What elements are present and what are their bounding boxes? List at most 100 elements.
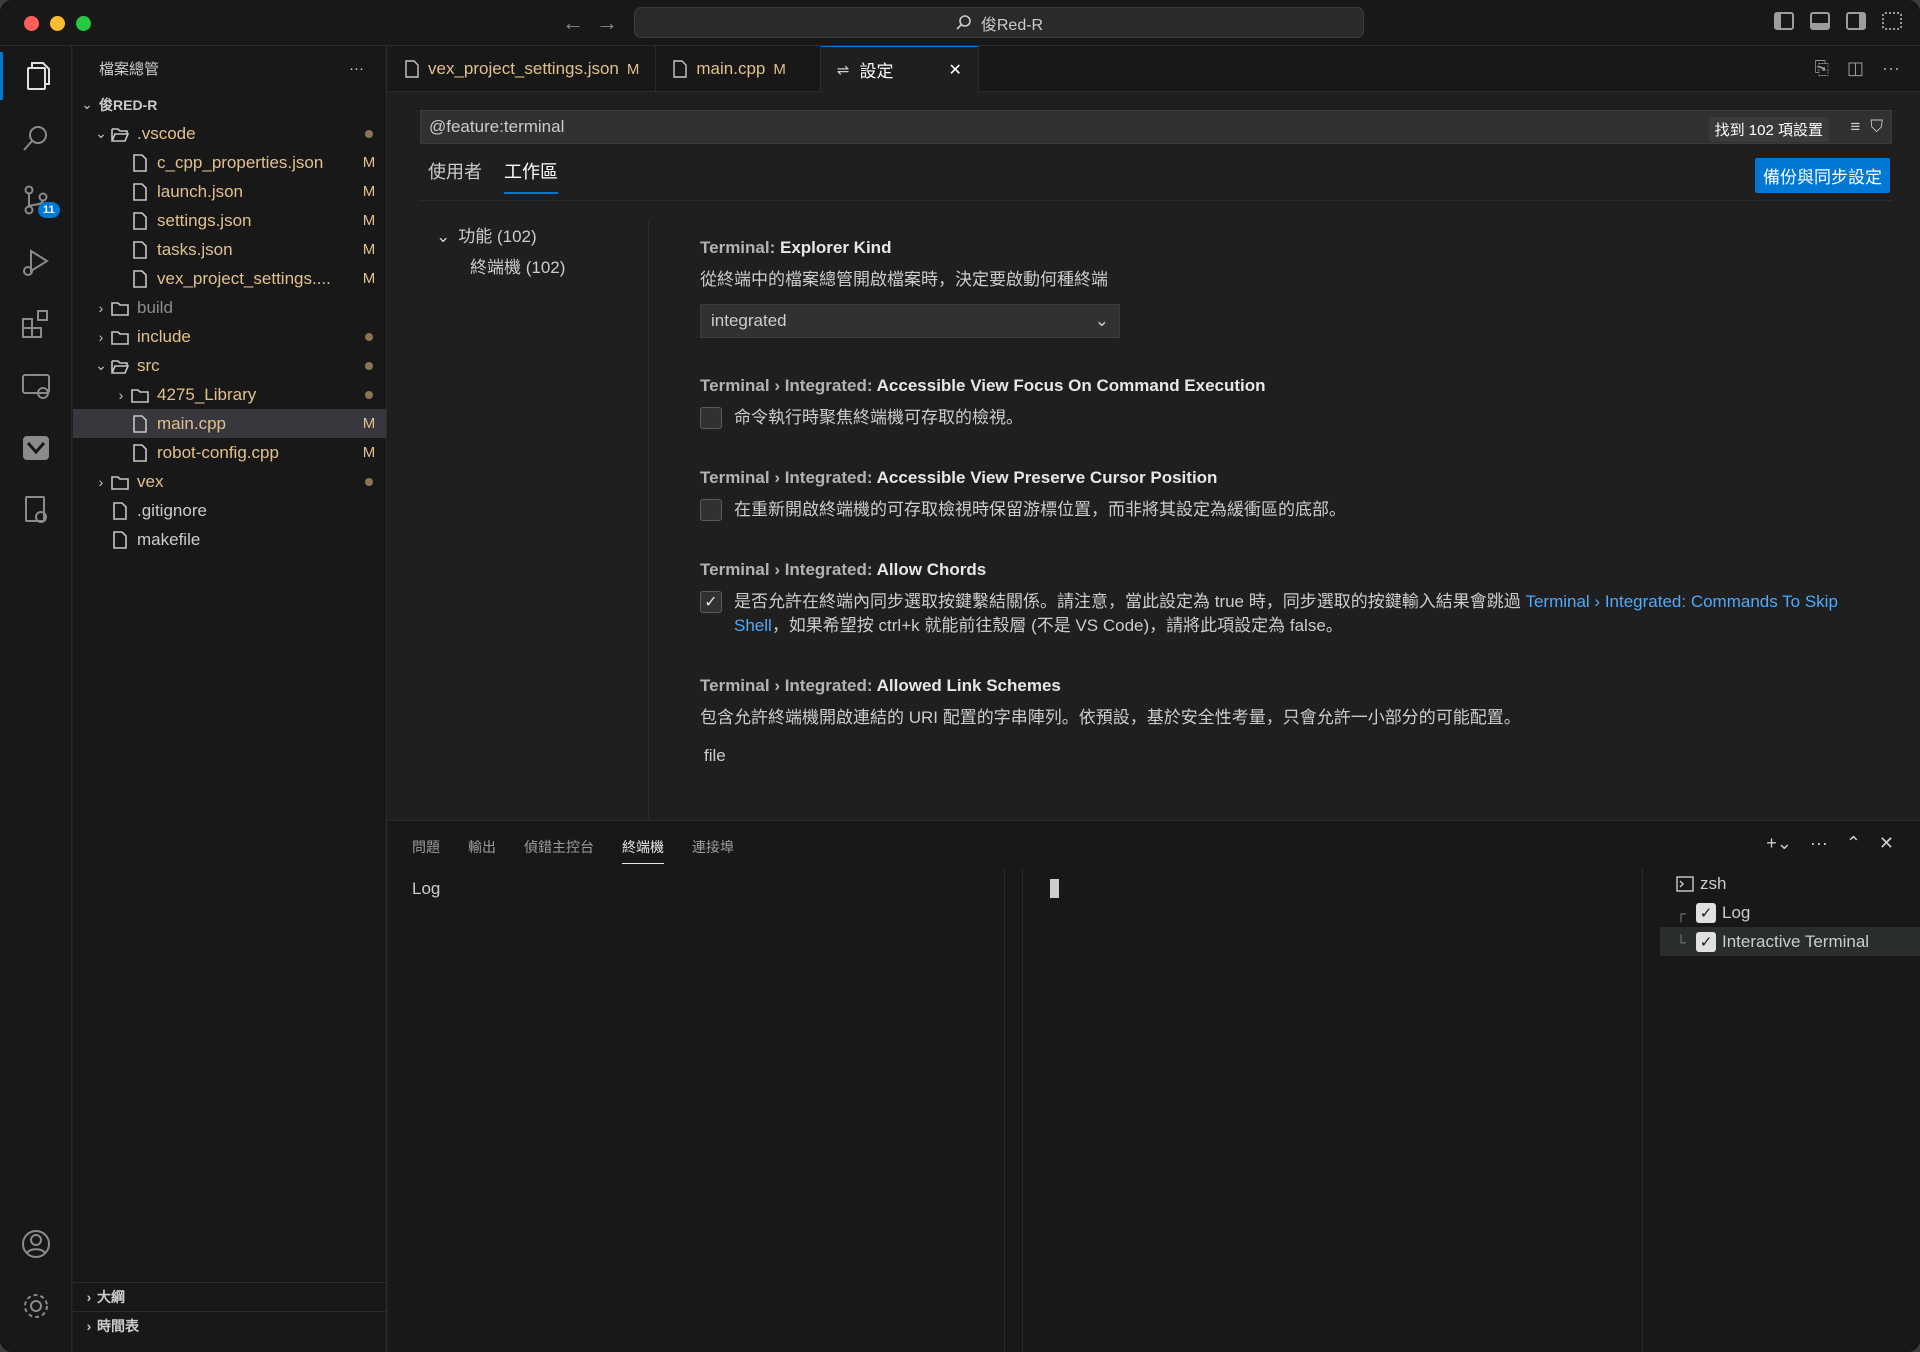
file-item[interactable]: launch.json M (73, 177, 386, 206)
toc-feature[interactable]: ⌄ 功能 (102) (436, 222, 565, 247)
more-actions-icon[interactable]: ··· (1810, 833, 1828, 854)
more-actions-icon[interactable]: ··· (1882, 58, 1900, 79)
close-panel-icon[interactable]: ✕ (1879, 833, 1894, 854)
explorer-activity[interactable] (0, 46, 72, 106)
extensions-icon (22, 310, 48, 338)
source-control-activity[interactable]: 11 (0, 170, 72, 230)
chevron-down-icon: ⌄ (1094, 311, 1109, 330)
timeline-section[interactable]: › 時間表 (73, 1311, 387, 1340)
outline-section[interactable]: › 大綱 (73, 1282, 387, 1311)
terminal-split-divider[interactable] (1004, 869, 1005, 1352)
search-icon (23, 126, 47, 151)
file-item[interactable]: makefile (73, 525, 386, 554)
folder-item[interactable]: › 4275_Library (73, 380, 386, 409)
tree-item-label: settings.json (157, 210, 252, 230)
terminal-list-divider[interactable] (1642, 869, 1643, 1352)
settings-search-input[interactable]: @feature:terminal 找到 102 項設置 ≡ ⛉ (420, 110, 1892, 144)
maximize-panel-icon[interactable]: ⌃ (1846, 833, 1861, 854)
tab-user[interactable]: 使用者 (428, 158, 482, 194)
workspace-root[interactable]: ⌄ 俊RED-R (73, 90, 386, 119)
explorer-sidebar: 檔案總管 ··· ⌄ 俊RED-R ⌄ .vscode c_cpp_properti… (73, 46, 387, 1352)
explorer-kind-select[interactable]: integrated ⌄ (700, 304, 1120, 338)
toc-terminal[interactable]: 終端機 (102) (470, 253, 565, 278)
file-item[interactable]: main.cpp M (73, 409, 386, 438)
terminal-split-divider[interactable] (1022, 869, 1023, 1352)
file-item[interactable]: vex_project_settings.... M (73, 264, 386, 293)
accounts-activity[interactable] (0, 1214, 72, 1274)
extensions-activity[interactable] (0, 294, 72, 354)
run-debug-activity[interactable] (0, 232, 72, 292)
tab-main-cpp[interactable]: main.cpp M (656, 46, 821, 92)
allow-chords-checkbox[interactable]: ✓ (700, 591, 722, 613)
file-icon (673, 60, 688, 78)
timeline-label: 時間表 (97, 1318, 139, 1334)
setting-category: Terminal › Integrated: (700, 560, 877, 579)
file-item[interactable]: .gitignore (73, 496, 386, 525)
remote-explorer-activity[interactable] (0, 356, 72, 416)
extension-tool-activity[interactable] (0, 480, 72, 540)
folder-icon (109, 299, 131, 317)
checkbox-checked-icon[interactable]: ✓ (1696, 902, 1716, 923)
tab-workspace[interactable]: 工作區 (504, 158, 558, 194)
search-activity[interactable] (0, 108, 72, 168)
checkbox-checked-icon[interactable]: ✓ (1696, 931, 1716, 952)
tab-settings[interactable]: ⇌ 設定 ✕ (820, 46, 979, 92)
focus-on-command-checkbox[interactable] (700, 407, 722, 429)
customize-layout-icon[interactable] (1882, 12, 1902, 30)
tab-debug-console[interactable]: 偵錯主控台 (524, 837, 594, 864)
back-arrow-icon[interactable]: ← (562, 10, 584, 36)
setting-checkbox-row: 在重新開啟終端機的可存取檢視時保留游標位置，而非將其設定為緩衝區的底部。 (700, 498, 1870, 522)
vex-icon (23, 436, 49, 460)
tab-output[interactable]: 輸出 (468, 837, 496, 864)
settings-sliders-icon: ⇌ (836, 61, 850, 79)
forward-arrow-icon[interactable]: → (596, 10, 618, 36)
clear-filter-icon[interactable]: ≡ (1850, 117, 1860, 137)
tab-ports[interactable]: 連接埠 (692, 837, 734, 864)
file-item[interactable]: tasks.json M (73, 235, 386, 264)
file-item[interactable]: robot-config.cpp M (73, 438, 386, 467)
setting-name: Explorer Kind (779, 238, 892, 257)
close-window-button[interactable] (24, 16, 39, 31)
folder-item[interactable]: › vex (73, 467, 386, 496)
preserve-cursor-checkbox[interactable] (700, 499, 722, 521)
folder-item[interactable]: ⌄ src (73, 351, 386, 380)
close-icon[interactable]: ✕ (948, 60, 961, 80)
vex-activity[interactable] (0, 418, 72, 478)
open-settings-json-icon[interactable]: ⎘ (1815, 58, 1829, 79)
link-scheme-item[interactable]: file (704, 744, 1870, 768)
setting-description: 從終端中的檔案總管開啟檔案時，決定要啟動何種終端 (700, 270, 1108, 289)
file-item[interactable]: settings.json M (73, 206, 386, 235)
zoom-window-button[interactable] (76, 16, 91, 31)
command-center-search[interactable]: 俊Red-R (634, 7, 1364, 38)
split-editor-icon[interactable]: ◫ (1847, 58, 1864, 79)
filter-icon[interactable]: ⛉ (1870, 117, 1883, 137)
folder-item[interactable]: › build (73, 293, 386, 322)
explorer-more-button[interactable]: ··· (349, 60, 364, 77)
settings-toc: ⌄ 功能 (102) 終端機 (102) (436, 222, 565, 278)
backup-sync-button[interactable]: 備份與同步設定 (1755, 158, 1890, 193)
account-icon (22, 1230, 50, 1258)
tab-terminal[interactable]: 終端機 (622, 837, 664, 864)
folder-icon (129, 386, 151, 404)
folder-item[interactable]: › include (73, 322, 386, 351)
terminal-log-output[interactable]: Log (412, 879, 440, 899)
toggle-panel-icon[interactable] (1810, 12, 1830, 30)
terminal-item-interactive[interactable]: └ ✓ Interactive Terminal (1660, 927, 1920, 956)
file-item[interactable]: c_cpp_properties.json M (73, 148, 386, 177)
terminal-item-zsh[interactable]: zsh (1660, 869, 1920, 898)
toggle-primary-sidebar-icon[interactable] (1774, 12, 1794, 30)
chevron-right-icon: › (98, 328, 104, 345)
terminal-item-log[interactable]: ┌ ✓ Log (1660, 898, 1920, 927)
tab-vex-project-settings[interactable]: vex_project_settings.json M (388, 46, 657, 92)
setting-title: Terminal › Integrated: Allowed Link Sche… (700, 676, 1870, 696)
new-terminal-icon[interactable]: +⌄ (1766, 833, 1792, 854)
toggle-secondary-sidebar-icon[interactable] (1846, 12, 1866, 30)
outline-label: 大綱 (97, 1289, 125, 1305)
folder-item[interactable]: ⌄ .vscode (73, 119, 386, 148)
minimize-window-button[interactable] (50, 16, 65, 31)
search-actions: ≡ ⛉ (1850, 117, 1883, 137)
tab-problems[interactable]: 問題 (412, 837, 440, 864)
files-icon (27, 62, 50, 90)
tree-item-label: .vscode (137, 123, 196, 143)
manage-activity[interactable] (0, 1276, 72, 1336)
